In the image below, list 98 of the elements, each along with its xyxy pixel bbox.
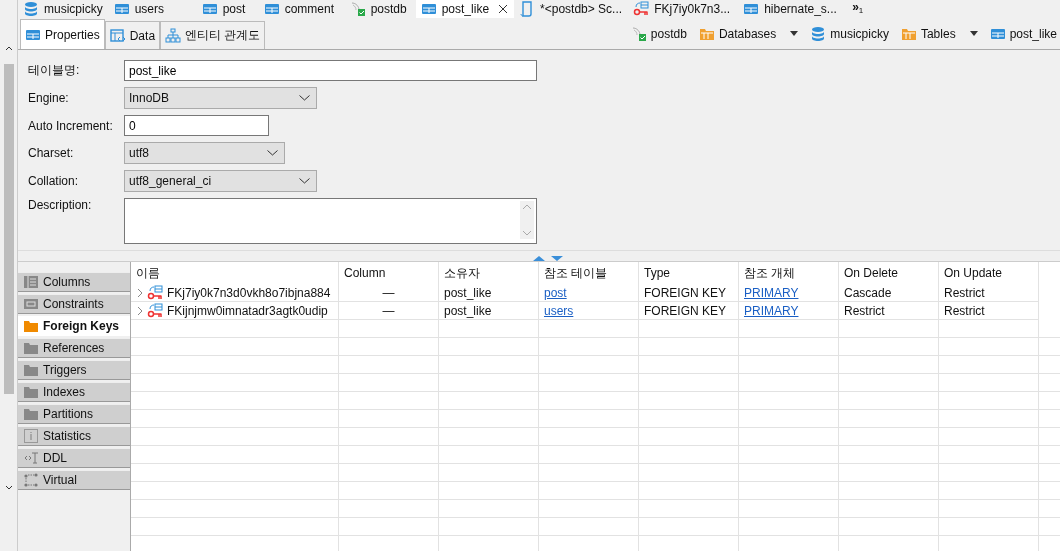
columns-icon: [23, 274, 39, 290]
section-tab[interactable]: References: [18, 338, 130, 358]
field-label: Charset:: [28, 146, 75, 160]
link[interactable]: post: [544, 285, 567, 300]
table-cell: —: [339, 302, 439, 320]
table-cell: FOREIGN KEY: [639, 284, 739, 302]
table-cell: post_like: [439, 302, 539, 320]
key-icon: [147, 284, 163, 301]
folder-icon: [23, 318, 39, 334]
table-cell: —: [339, 284, 439, 302]
section-tab[interactable]: Foreign Keys: [18, 316, 130, 336]
section-tab[interactable]: Constraints: [18, 294, 130, 314]
breadcrumb-item[interactable]: Databases: [695, 25, 802, 42]
breadcrumb-item[interactable]: post_like: [986, 25, 1060, 42]
column-header[interactable]: Type: [639, 262, 739, 284]
editor-tab[interactable]: post: [196, 0, 259, 18]
table-cell: Restrict: [839, 302, 939, 320]
text-field[interactable]: post_like: [124, 60, 537, 81]
table-cell: FOREIGN KEY: [639, 302, 739, 320]
dropdown-caret-icon[interactable]: [969, 31, 978, 36]
table-cell: Restrict: [939, 284, 1039, 302]
editor-tab[interactable]: hibernate_s...: [738, 0, 849, 18]
field-label: Description:: [28, 198, 93, 212]
breadcrumb-item[interactable]: postdb: [627, 25, 690, 42]
dropdown[interactable]: utf8_general_ci: [124, 170, 317, 192]
ddl-icon: [23, 450, 39, 466]
diagram-icon: [165, 27, 182, 44]
field-label: Auto Increment:: [28, 118, 114, 133]
table-cell: Cascade: [839, 284, 939, 302]
more-tabs-button[interactable]: »$_{1}$: [848, 0, 868, 18]
section-tab[interactable]: Statistics: [18, 426, 130, 446]
data-grid-icon: [109, 27, 126, 44]
field-label: 테이블명:: [28, 62, 81, 79]
breadcrumb-item[interactable]: Tables: [897, 25, 981, 42]
editor-tab[interactable]: post_like: [415, 0, 515, 18]
table-cell: Restrict: [939, 302, 1039, 320]
breadcrumb-item[interactable]: musicpicky: [807, 25, 892, 42]
field-label: Engine:: [28, 91, 70, 105]
folder-icon: [23, 384, 39, 400]
link[interactable]: users: [544, 303, 574, 318]
key-icon: [147, 302, 163, 319]
link[interactable]: PRIMARY: [744, 303, 799, 318]
text-field[interactable]: 0: [124, 115, 269, 136]
collapse-arrows-icon[interactable]: [533, 255, 563, 261]
chevron-down-icon: [299, 178, 310, 184]
section-tab[interactable]: Partitions: [18, 404, 130, 424]
section-tab[interactable]: Indexes: [18, 382, 130, 402]
view-tab[interactable]: Data: [104, 21, 161, 49]
column-header[interactable]: On Delete: [839, 262, 939, 284]
editor-tab[interactable]: *<postdb> Sc...: [514, 0, 629, 18]
editor-tab[interactable]: users: [108, 0, 197, 18]
connection-icon: [349, 1, 366, 17]
section-tab[interactable]: Virtual: [18, 470, 130, 490]
table-icon: [113, 1, 130, 17]
chevron-down-icon: [299, 95, 310, 101]
column-header[interactable]: 참조 테이블: [539, 262, 639, 284]
folder-icon: [23, 406, 39, 422]
close-icon[interactable]: [498, 4, 509, 14]
table-cell: FKijnjmw0imnatadr3agtk0udip: [167, 303, 328, 318]
dropdown[interactable]: utf8: [124, 142, 285, 164]
column-header[interactable]: 참조 개체: [739, 262, 839, 284]
chevron-down-icon: [267, 150, 278, 156]
column-header[interactable]: Column: [339, 262, 439, 284]
description-field[interactable]: [124, 198, 537, 244]
info-icon: [23, 428, 39, 444]
editor-tab[interactable]: musicpicky: [18, 0, 109, 18]
database-icon: [810, 25, 827, 42]
section-tab[interactable]: Triggers: [18, 360, 130, 380]
expand-caret-icon[interactable]: [137, 305, 143, 316]
link[interactable]: PRIMARY: [744, 285, 799, 300]
editor-tab[interactable]: postdb: [344, 0, 416, 18]
table-icon: [263, 1, 280, 17]
table-cell: post_like: [439, 284, 539, 302]
folder-icon: [23, 340, 39, 356]
column-header[interactable]: On Update: [939, 262, 1039, 284]
section-tab[interactable]: Columns: [18, 272, 130, 292]
database-icon: [23, 1, 39, 17]
connection-icon: [630, 25, 647, 42]
dropdown[interactable]: InnoDB: [124, 87, 317, 109]
editor-tab[interactable]: FKj7iy0k7n3...: [628, 0, 739, 18]
table-icon: [201, 1, 218, 17]
dropdown-caret-icon[interactable]: [790, 31, 799, 36]
field-label: Collation:: [28, 174, 80, 188]
folder-icon: [23, 362, 39, 378]
constraints-icon: [23, 296, 39, 312]
table-icon: [743, 1, 760, 17]
view-tab[interactable]: Properties: [20, 19, 105, 49]
section-tab[interactable]: DDL: [18, 448, 130, 468]
scrollbar[interactable]: [520, 201, 534, 239]
table-icon: [420, 1, 437, 17]
column-header[interactable]: 이름: [131, 262, 339, 284]
view-tab[interactable]: 엔티티 관계도: [160, 21, 266, 49]
key-icon: [633, 1, 650, 17]
virtual-icon: [23, 472, 39, 488]
column-header[interactable]: 소유자: [439, 262, 539, 284]
table-cell: FKj7iy0k7n3d0vkh8o7ibjna884: [167, 285, 331, 300]
expand-caret-icon[interactable]: [137, 287, 143, 298]
editor-tab[interactable]: comment: [258, 0, 345, 18]
